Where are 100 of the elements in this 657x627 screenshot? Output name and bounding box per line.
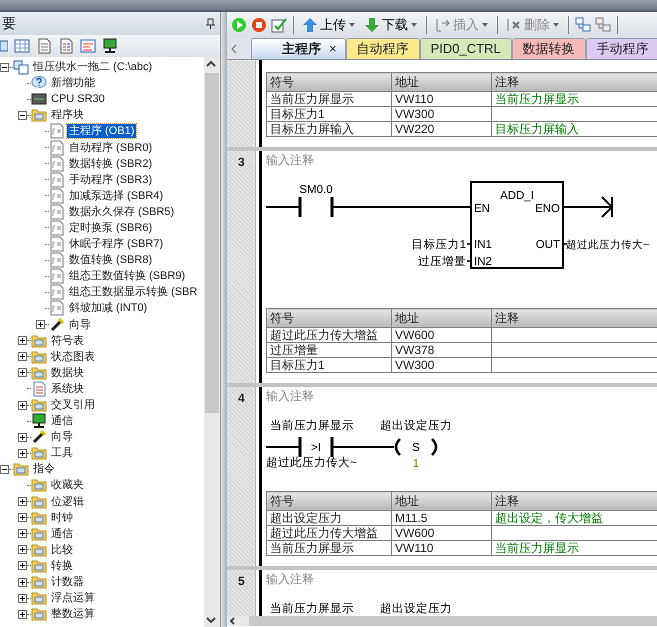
tree-item[interactable]: 整数运算 [49, 607, 97, 622]
project-icon [13, 59, 29, 76]
pin-icon[interactable] [205, 18, 216, 29]
program-page-icon [49, 236, 65, 252]
editor-tab[interactable]: 手动程序 [586, 38, 657, 59]
expand-icon[interactable] [18, 513, 27, 522]
tree-item[interactable]: 定时换泵 (SBR6) [67, 220, 154, 235]
table-cell: 目标压力1 [266, 106, 392, 122]
coil-count: 1 [412, 458, 420, 470]
tree-item[interactable]: 数据块 [49, 366, 86, 380]
expand-icon[interactable] [18, 336, 27, 346]
tree-item[interactable]: 手动程序 (SBR3) [67, 172, 154, 187]
operand-label: 目标压力1 [412, 239, 466, 251]
toolbar-button[interactable]: 上传 [300, 14, 358, 36]
folder-icon [31, 397, 47, 414]
tree-item[interactable]: 指令 [31, 462, 57, 476]
collapse-icon[interactable] [18, 110, 27, 120]
stop-icon[interactable] [251, 17, 267, 33]
tree-item[interactable]: 通信 [49, 414, 75, 428]
tree-item[interactable]: 时钟 [49, 510, 75, 525]
coil-symbol [394, 438, 438, 456]
expand-icon[interactable] [18, 594, 27, 603]
expand-icon[interactable] [18, 561, 27, 570]
editor-tab[interactable]: 主程序 × [251, 38, 346, 59]
operand-label: 超过此压力传大~ [266, 457, 357, 469]
tree-item[interactable]: 休眠子程序 (SBR7) [67, 237, 166, 252]
document-icon[interactable] [36, 38, 52, 54]
expand-icon[interactable] [36, 320, 45, 330]
tree-item[interactable]: 收藏夹 [49, 478, 86, 492]
compare-operator: >I [311, 442, 321, 454]
operand-label: 超出设定压力 [380, 420, 452, 432]
expand-icon[interactable] [18, 368, 27, 378]
table-cell: 当前压力屏显示 [492, 92, 657, 106]
tree-item[interactable]: 位逻辑 [49, 494, 86, 509]
collapse-icon[interactable] [0, 464, 9, 474]
expand-icon[interactable] [18, 352, 27, 362]
column-header: 地址 [392, 308, 492, 328]
tree-item[interactable]: 程序块 [49, 108, 86, 122]
network-blocks-icon[interactable] [575, 17, 591, 33]
tree-item[interactable]: 符号表 [49, 334, 86, 348]
tree-item[interactable]: 浮点运算 [49, 591, 97, 606]
list-icon[interactable] [58, 38, 74, 54]
expand-icon[interactable] [18, 529, 27, 538]
folder-icon [31, 494, 47, 510]
table-cell: 过压增量 [266, 342, 392, 358]
tree-item[interactable]: 转换 [49, 558, 75, 573]
tree-item[interactable]: 通信 [49, 526, 75, 541]
tree-item[interactable]: 向导 [67, 318, 93, 332]
tree-item[interactable]: 组态王数值转换 (SBR9) [67, 269, 188, 284]
tree-item[interactable]: 计数器 [49, 575, 86, 590]
window-icon[interactable] [0, 38, 8, 54]
tree-item[interactable]: 数据永久保存 (SBR5) [67, 204, 176, 219]
editor-tab[interactable]: PID0_CTRL [420, 38, 512, 59]
table-cell: VW378 [392, 342, 492, 358]
checklist-icon[interactable] [271, 17, 287, 33]
help-bubble-icon [31, 75, 47, 92]
tree-item[interactable]: 向导 [49, 430, 75, 444]
editor-tab[interactable]: 自动程序 [346, 38, 420, 59]
tree-item[interactable]: 工具 [49, 446, 75, 460]
tree-item[interactable]: 恒压供水一拖二 (C:\abc) [31, 60, 154, 74]
tree-line [45, 324, 49, 326]
tree-item[interactable]: 组态王数据显示转换 (SBR [67, 285, 200, 300]
expand-icon[interactable] [18, 497, 27, 506]
expand-icon[interactable] [18, 545, 27, 554]
editor-tab[interactable]: 数据转换 [512, 38, 586, 59]
tree-item[interactable]: 数值转换 (SBR8) [67, 253, 154, 268]
network-comment[interactable]: 输入注释 [266, 570, 657, 588]
tree-item[interactable]: 主程序 (OB1) [67, 124, 136, 138]
tree-item[interactable]: 系统块 [49, 382, 86, 396]
tree-item[interactable]: 状态图表 [49, 350, 97, 364]
expand-icon[interactable] [18, 432, 27, 442]
expand-icon[interactable] [18, 448, 27, 458]
collapse-icon[interactable] [0, 62, 9, 72]
scroll-left-icon[interactable] [229, 43, 239, 55]
tree-item[interactable]: 比较 [49, 542, 75, 557]
chart-icon[interactable] [80, 38, 96, 54]
tree-item[interactable]: 加减泵选择 (SBR4) [67, 188, 166, 203]
expand-icon[interactable] [18, 578, 27, 587]
network-comment[interactable]: 输入注释 [266, 151, 657, 169]
monitor-icon[interactable] [102, 38, 118, 54]
table-cell: M11.5 [392, 510, 492, 526]
toolbar-button[interactable]: 下载 [362, 14, 420, 36]
coil-type-label: S [412, 442, 420, 454]
tree-item[interactable]: CPU SR30 [49, 92, 107, 106]
expand-icon[interactable] [18, 610, 27, 619]
network-comment[interactable]: 输入注释 [266, 387, 657, 405]
tree-item[interactable]: 斜坡加减 (INT0) [67, 301, 150, 316]
expand-icon[interactable] [18, 400, 27, 410]
network-blocks-icon[interactable] [595, 17, 611, 33]
close-tab-button[interactable]: × [329, 39, 337, 59]
folder-icon [31, 558, 47, 574]
table-icon[interactable] [14, 38, 30, 54]
tree-item[interactable]: 交叉引用 [49, 398, 97, 412]
scrollbar-thumb[interactable] [205, 73, 219, 413]
tree-item[interactable]: 新增功能 [49, 76, 97, 90]
tree-item[interactable]: 自动程序 (SBR0) [67, 140, 154, 155]
program-page-icon [49, 268, 65, 284]
tree-item[interactable]: 数据转换 (SBR2) [67, 156, 154, 171]
table-cell: 当前压力屏显示 [266, 92, 392, 106]
folder-icon [31, 542, 47, 558]
